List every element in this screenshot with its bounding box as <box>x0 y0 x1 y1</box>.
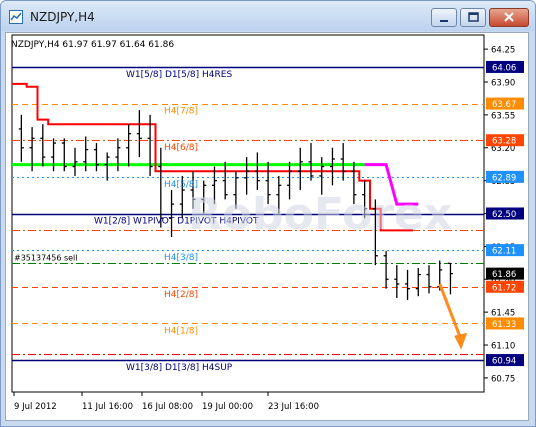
price-tag-label: 62.89 <box>492 173 516 183</box>
price-tag-label: 61.72 <box>492 283 516 293</box>
chart-window: NZDJPY,H4 W1[5/8] D1[5/8] H4RES H4[7/8] H4… <box>0 0 536 427</box>
x-axis-tick-label: 9 Jul 2012 <box>14 402 57 412</box>
price-tag-label: 62.50 <box>492 210 516 220</box>
price-tag-label: 62.11 <box>492 247 516 257</box>
level-label: H4[2/8] <box>164 290 198 300</box>
close-button[interactable] <box>489 8 529 27</box>
price-tag-label: 63.28 <box>492 137 516 147</box>
maximize-icon <box>468 12 479 22</box>
close-icon <box>504 12 514 22</box>
level-label: #35137456 sell <box>14 253 78 262</box>
x-axis-tick-label: 23 Jul 16:00 <box>268 402 319 412</box>
chart-header: NZDJPY,H4 61.97 61.97 61.64 61.86 <box>11 40 174 50</box>
y-axis-tick-label: 63.90 <box>491 78 515 88</box>
minimize-button[interactable] <box>431 8 457 27</box>
level-label: H4[7/8] <box>164 107 198 117</box>
level-label: W1[3/8] D1[3/8] H4SUP <box>126 363 233 373</box>
level-label: H4[6/8] <box>164 143 198 153</box>
x-axis-tick-label: 19 Jul 00:00 <box>202 402 253 412</box>
x-axis-tick-label: 11 Jul 16:00 <box>82 402 133 412</box>
y-axis-tick-label: 64.25 <box>491 46 515 56</box>
title-bar[interactable]: NZDJPY,H4 <box>1 1 535 31</box>
level-label: W1[5/8] D1[5/8] H4RES <box>126 70 232 80</box>
x-axis-tick-label: 16 Jul 08:00 <box>142 402 193 412</box>
maximize-button[interactable] <box>460 8 486 27</box>
price-tag-label: 61.33 <box>492 320 516 330</box>
price-tag-label: 63.67 <box>492 100 516 110</box>
y-axis-tick-label: 63.55 <box>491 111 515 121</box>
window-title: NZDJPY,H4 <box>30 10 95 24</box>
price-tag-label: 61.86 <box>492 270 516 280</box>
level-label: H4[1/8] <box>164 326 198 336</box>
chart-window-icon <box>9 10 23 24</box>
y-axis-tick-label: 61.10 <box>491 342 515 352</box>
price-tag-label: 64.06 <box>492 63 516 73</box>
price-chart[interactable]: W1[5/8] D1[5/8] H4RESH4[7/8]H4[6/8]H4[5/… <box>6 33 528 420</box>
y-axis-tick-label: 61.45 <box>491 309 515 319</box>
minimize-icon <box>440 20 448 22</box>
level-label: H4[3/8] <box>164 253 198 263</box>
watermark: RoboForex <box>188 189 452 240</box>
y-axis-tick-label: 60.75 <box>491 374 515 384</box>
chart-area[interactable]: W1[5/8] D1[5/8] H4RES H4[7/8] H4[6/8] H4[5/… <box>5 32 529 421</box>
price-tag-label: 60.94 <box>492 357 516 367</box>
